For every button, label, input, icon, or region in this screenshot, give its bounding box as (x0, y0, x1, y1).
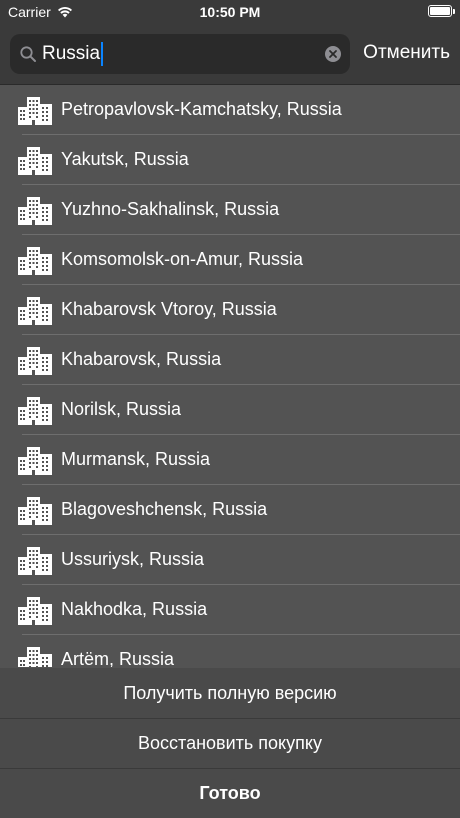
search-query: Russia (42, 43, 101, 64)
search-field[interactable]: Russia (10, 34, 350, 74)
city-buildings-icon (18, 247, 52, 275)
list-item-label: Murmansk, Russia (61, 449, 211, 469)
clear-circle-icon[interactable] (324, 45, 342, 63)
list-item-label: Khabarovsk Vtoroy, Russia (61, 299, 277, 319)
cancel-button[interactable]: Отменить (363, 42, 450, 64)
city-buildings-icon (18, 497, 52, 525)
status-time: 10:50 PM (199, 4, 261, 20)
list-item[interactable]: Yakutsk, Russia (0, 135, 460, 185)
search-header: Russia Отменить (0, 24, 460, 85)
list-item[interactable]: Nakhodka, Russia (0, 585, 460, 635)
city-buildings-icon (18, 147, 52, 175)
list-item-label: Nakhodka, Russia (61, 599, 208, 619)
list-item[interactable]: Blagoveshchensk, Russia (0, 485, 460, 535)
status-bar: Carrier 10:50 PM (0, 0, 460, 24)
magnifier-icon (20, 46, 36, 62)
list-item-label: Yakutsk, Russia (61, 149, 189, 169)
list-item-label: Petropavlovsk-Kamchatsky, Russia (61, 99, 342, 119)
city-buildings-icon (18, 547, 52, 575)
text-caret (101, 42, 104, 66)
list-item-label: Norilsk, Russia (61, 399, 182, 419)
city-buildings-icon (18, 297, 52, 325)
list-item[interactable]: Ussuriysk, Russia (0, 535, 460, 585)
list-item[interactable]: Komsomolsk-on-Amur, Russia (0, 235, 460, 285)
list-item[interactable]: Murmansk, Russia (0, 435, 460, 485)
list-item-label: Artëm, Russia (61, 649, 175, 667)
city-buildings-icon (18, 347, 52, 375)
list-item-label: Yuzhno-Sakhalinsk, Russia (61, 199, 280, 219)
list-item[interactable]: Norilsk, Russia (0, 385, 460, 435)
list-item-label: Komsomolsk-on-Amur, Russia (61, 249, 304, 269)
done-button[interactable]: Готово (0, 768, 460, 818)
list-item-label: Ussuriysk, Russia (61, 549, 205, 569)
city-buildings-icon (18, 397, 52, 425)
city-buildings-icon (18, 597, 52, 625)
restore-purchase-button[interactable]: Восстановить покупку (0, 718, 460, 768)
action-sheet: Получить полную версию Восстановить поку… (0, 668, 460, 818)
search-input[interactable]: Russia (42, 42, 104, 66)
city-buildings-icon (18, 197, 52, 225)
list-item[interactable]: Khabarovsk Vtoroy, Russia (0, 285, 460, 335)
list-item[interactable]: Petropavlovsk-Kamchatsky, Russia (0, 85, 460, 135)
battery-icon (428, 5, 455, 17)
get-full-version-button[interactable]: Получить полную версию (0, 668, 460, 718)
city-buildings-icon (18, 97, 52, 125)
list-item-label: Khabarovsk, Russia (61, 349, 222, 369)
battery-level (430, 7, 450, 15)
city-buildings-icon (18, 447, 52, 475)
screen: Carrier 10:50 PM Russia Отменить Petropa… (0, 0, 460, 818)
list-item[interactable]: Yuzhno-Sakhalinsk, Russia (0, 185, 460, 235)
list-item[interactable]: Artëm, Russia (0, 635, 460, 667)
list-item[interactable]: Khabarovsk, Russia (0, 335, 460, 385)
city-buildings-icon (18, 647, 52, 667)
result-list: Petropavlovsk-Kamchatsky, Russia Yakutsk… (0, 85, 460, 667)
list-item-label: Blagoveshchensk, Russia (61, 499, 268, 519)
